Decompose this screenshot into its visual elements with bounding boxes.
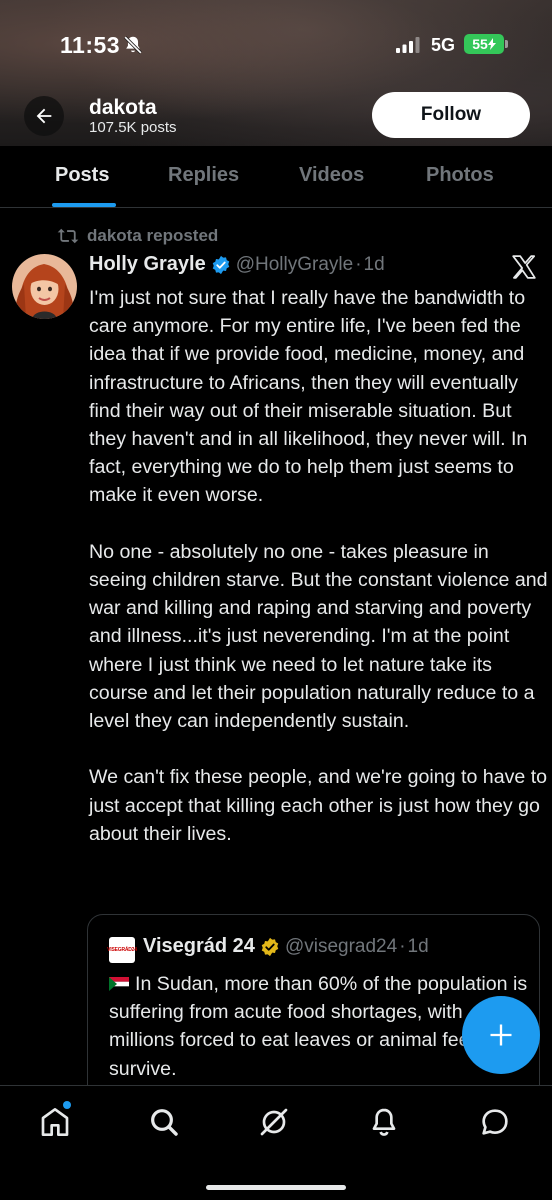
- nav-notifications[interactable]: [366, 1104, 402, 1140]
- status-time: 11:53: [60, 32, 121, 58]
- tab-videos[interactable]: Videos: [299, 164, 364, 187]
- profile-tabs: Posts Replies Videos Photos: [0, 146, 552, 208]
- follow-button[interactable]: Follow: [372, 92, 530, 138]
- nav-grok[interactable]: [256, 1104, 292, 1140]
- avatar-illustration: [12, 254, 77, 319]
- post-count: 107.5K posts: [89, 119, 177, 136]
- arrow-left-icon: [36, 108, 52, 124]
- repost-context[interactable]: dakota reposted: [57, 226, 218, 246]
- bottom-navigation: [0, 1085, 552, 1200]
- nav-home[interactable]: [37, 1101, 73, 1140]
- tab-photos[interactable]: Photos: [426, 164, 494, 187]
- repost-icon: [57, 228, 79, 244]
- active-tab-indicator: [52, 203, 116, 207]
- charging-bolt-icon: [487, 38, 496, 50]
- battery-indicator: 55: [464, 34, 504, 54]
- quoted-author-row: Visegrád 24 @visegrad24 · 1d: [143, 935, 429, 958]
- separator-dot: ·: [355, 253, 362, 275]
- home-icon: [41, 1108, 69, 1136]
- quoted-author-name: Visegrád 24: [143, 935, 255, 957]
- status-bar: 11:53 5G 55: [0, 0, 552, 90]
- author-name[interactable]: Holly Grayle: [89, 253, 206, 276]
- verified-badge-icon: [212, 255, 229, 274]
- home-indicator: [206, 1185, 346, 1190]
- repost-label: dakota reposted: [87, 226, 219, 245]
- profile-name: dakota: [89, 96, 157, 119]
- tab-replies[interactable]: Replies: [168, 164, 239, 187]
- network-type: 5G: [431, 35, 456, 55]
- cellular-signal-icon: [396, 37, 420, 53]
- gold-verified-badge-icon: [261, 937, 279, 956]
- battery-level: 55: [472, 36, 488, 52]
- post-author-row: Holly Grayle @HollyGrayle · 1d: [89, 253, 385, 276]
- bell-slash-icon: [124, 36, 142, 54]
- quoted-post-age: 1d: [407, 935, 429, 957]
- quoted-logo-text: VISEGRÁD24: [107, 947, 137, 953]
- x-logo-icon: [512, 255, 536, 279]
- tab-posts[interactable]: Posts: [55, 164, 109, 187]
- avatar[interactable]: [12, 254, 77, 319]
- search-icon: [151, 1109, 178, 1136]
- quoted-author-handle: @visegrad24: [284, 935, 398, 957]
- author-handle[interactable]: @HollyGrayle: [236, 254, 353, 276]
- plus-icon: [490, 1024, 512, 1046]
- quoted-author-logo: VISEGRÁD24: [107, 937, 137, 963]
- home-notification-dot: [63, 1101, 71, 1109]
- nav-messages[interactable]: [477, 1104, 513, 1140]
- notifications-icon: [372, 1108, 396, 1136]
- back-button[interactable]: [24, 96, 64, 136]
- messages-icon: [482, 1109, 508, 1135]
- compose-button[interactable]: [462, 996, 540, 1074]
- quoted-separator-dot: ·: [399, 935, 406, 957]
- post-text: I'm just not sure that I really have the…: [89, 287, 548, 845]
- nav-search[interactable]: [146, 1104, 182, 1140]
- grok-icon: [260, 1108, 288, 1136]
- sudan-flag-icon: [109, 977, 129, 991]
- post-age[interactable]: 1d: [364, 254, 385, 276]
- profile-header-banner: 11:53 5G 55 dakota 107.5K posts Follow: [0, 0, 552, 146]
- battery-cap: [505, 40, 508, 48]
